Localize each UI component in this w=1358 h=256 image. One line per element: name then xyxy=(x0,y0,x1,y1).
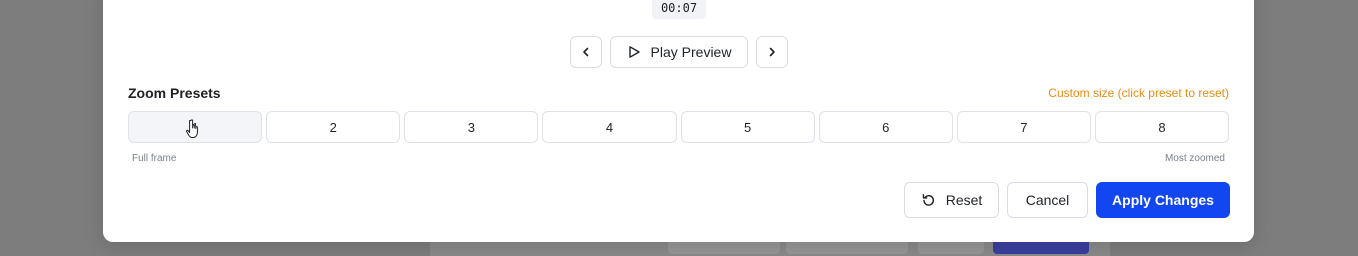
zoom-preset-2[interactable]: 2 xyxy=(266,111,401,143)
cancel-label: Cancel xyxy=(1025,192,1070,208)
chevron-right-icon xyxy=(769,47,775,57)
previous-frame-button[interactable] xyxy=(570,36,602,68)
zoom-preset-label: 5 xyxy=(743,119,752,135)
zoom-preset-group: 1 2 3 4 5 6 7 8 xyxy=(128,111,1229,143)
zoom-preset-label: 2 xyxy=(329,119,337,135)
zoom-preset-6[interactable]: 6 xyxy=(818,111,953,143)
reset-label: Reset xyxy=(945,192,983,208)
play-preview-label: Play Preview xyxy=(650,44,732,60)
zoom-preset-7[interactable]: 7 xyxy=(956,111,1091,143)
zoom-dialog: 00:07 Play Preview Zoom Presets Custom s… xyxy=(103,0,1254,242)
zoom-preset-label: 8 xyxy=(1158,119,1166,135)
zoom-presets-title: Zoom Presets xyxy=(128,85,221,101)
hand-pointer-icon xyxy=(186,119,198,138)
zoom-preset-label: 6 xyxy=(882,119,890,135)
play-icon xyxy=(628,46,640,58)
zoom-preset-label: 7 xyxy=(1020,119,1028,135)
zoom-preset-label: 3 xyxy=(467,119,475,135)
zoom-preset-4[interactable]: 4 xyxy=(542,111,677,143)
reset-button[interactable]: Reset xyxy=(904,182,999,218)
zoom-preset-3[interactable]: 3 xyxy=(404,111,539,143)
apply-changes-button[interactable]: Apply Changes xyxy=(1096,182,1230,218)
zoom-preset-label: 4 xyxy=(605,119,614,135)
zoom-preset-8[interactable]: 8 xyxy=(1094,111,1229,143)
zoom-preset-1[interactable]: 1 xyxy=(128,111,263,143)
full-frame-hint: Full frame xyxy=(132,153,177,164)
timecode-badge: 00:07 xyxy=(652,0,706,19)
chevron-left-icon xyxy=(583,47,589,57)
reset-icon xyxy=(922,193,934,206)
apply-changes-label: Apply Changes xyxy=(1112,192,1214,208)
play-preview-button[interactable]: Play Preview xyxy=(610,36,748,68)
most-zoomed-hint: Most zoomed xyxy=(1164,153,1225,164)
custom-size-note: Custom size (click preset to reset) xyxy=(1048,86,1229,100)
zoom-preset-5[interactable]: 5 xyxy=(680,111,815,143)
cancel-button[interactable]: Cancel xyxy=(1007,182,1088,218)
next-frame-button[interactable] xyxy=(756,36,788,68)
